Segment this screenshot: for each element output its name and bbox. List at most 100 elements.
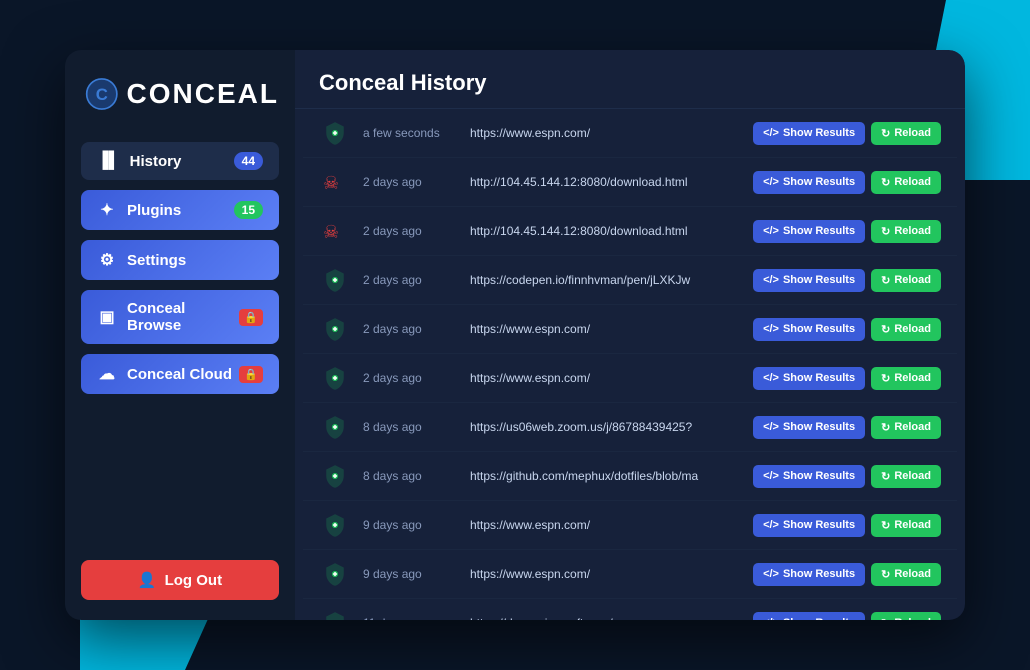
- show-results-button[interactable]: </> Show Results: [753, 171, 865, 194]
- show-results-label: Show Results: [783, 568, 855, 580]
- reload-label: Reload: [894, 274, 931, 286]
- show-results-button[interactable]: </> Show Results: [753, 122, 865, 145]
- reload-button[interactable]: ↻ Reload: [871, 416, 941, 439]
- shield-icon: [319, 117, 351, 149]
- reload-button[interactable]: ↻ Reload: [871, 367, 941, 390]
- code-icon: </>: [763, 176, 779, 188]
- show-results-button[interactable]: </> Show Results: [753, 612, 865, 621]
- svg-text:☠: ☠: [323, 222, 339, 242]
- show-results-button[interactable]: </> Show Results: [753, 563, 865, 586]
- logout-icon: 👤: [138, 571, 157, 589]
- reload-button[interactable]: ↻ Reload: [871, 514, 941, 537]
- reload-icon: ↻: [881, 372, 890, 385]
- code-icon: </>: [763, 372, 779, 384]
- row-actions: </> Show Results ↻ Reload: [753, 416, 941, 439]
- row-actions: </> Show Results ↻ Reload: [753, 563, 941, 586]
- logout-button[interactable]: 👤 Log Out: [81, 560, 279, 600]
- row-time: 2 days ago: [363, 371, 458, 385]
- show-results-button[interactable]: </> Show Results: [753, 318, 865, 341]
- row-url: https://www.espn.com/: [470, 322, 741, 336]
- settings-icon: ⚙: [97, 250, 117, 270]
- show-results-button[interactable]: </> Show Results: [753, 269, 865, 292]
- reload-button[interactable]: ↻ Reload: [871, 122, 941, 145]
- main-title: Conceal History: [319, 70, 487, 95]
- reload-button[interactable]: ↻ Reload: [871, 269, 941, 292]
- sidebar-item-cloud-label: Conceal Cloud: [127, 366, 232, 383]
- show-results-label: Show Results: [783, 519, 855, 531]
- reload-label: Reload: [894, 176, 931, 188]
- show-results-label: Show Results: [783, 421, 855, 433]
- row-url: https://www.espn.com/: [470, 518, 741, 532]
- nav-items: ▐▌ History 44 ✦ Plugins 15 ⚙ Settings: [81, 142, 279, 544]
- row-time: 8 days ago: [363, 469, 458, 483]
- row-actions: </> Show Results ↻ Reload: [753, 367, 941, 390]
- reload-label: Reload: [894, 470, 931, 482]
- row-url: https://github.com/mephux/dotfiles/blob/…: [470, 469, 741, 483]
- row-time: 2 days ago: [363, 322, 458, 336]
- sidebar-item-history[interactable]: ▐▌ History 44: [81, 142, 279, 180]
- app-title: CONCEAL: [127, 78, 279, 110]
- main-content: Conceal History a few seconds https://ww…: [295, 50, 965, 620]
- reload-button[interactable]: ↻ Reload: [871, 465, 941, 488]
- table-row: 8 days ago https://us06web.zoom.us/j/867…: [303, 403, 957, 452]
- show-results-button[interactable]: </> Show Results: [753, 416, 865, 439]
- shield-icon: [319, 362, 351, 394]
- show-results-label: Show Results: [783, 372, 855, 384]
- row-actions: </> Show Results ↻ Reload: [753, 612, 941, 621]
- history-icon: ▐▌: [97, 152, 120, 170]
- show-results-button[interactable]: </> Show Results: [753, 465, 865, 488]
- table-row: 9 days ago https://www.espn.com/ </> Sho…: [303, 501, 957, 550]
- row-time: 2 days ago: [363, 175, 458, 189]
- row-url: http://104.45.144.12:8080/download.html: [470, 175, 741, 189]
- table-row: 2 days ago https://www.espn.com/ </> Sho…: [303, 354, 957, 403]
- show-results-label: Show Results: [783, 617, 855, 620]
- table-row: ☠ 2 days ago http://104.45.144.12:8080/d…: [303, 207, 957, 256]
- cloud-icon: ☁: [97, 364, 117, 384]
- shield-icon: [319, 607, 351, 620]
- row-actions: </> Show Results ↻ Reload: [753, 220, 941, 243]
- table-row: 8 days ago https://github.com/mephux/dot…: [303, 452, 957, 501]
- row-time: a few seconds: [363, 126, 458, 140]
- show-results-button[interactable]: </> Show Results: [753, 514, 865, 537]
- reload-button[interactable]: ↻ Reload: [871, 220, 941, 243]
- reload-button[interactable]: ↻ Reload: [871, 171, 941, 194]
- reload-label: Reload: [894, 372, 931, 384]
- sidebar-item-plugins[interactable]: ✦ Plugins 15: [81, 190, 279, 230]
- reload-icon: ↻: [881, 176, 890, 189]
- sidebar-item-settings-label: Settings: [127, 252, 186, 269]
- shield-icon: [319, 460, 351, 492]
- reload-icon: ↻: [881, 519, 890, 532]
- logout-label: Log Out: [165, 572, 222, 589]
- show-results-label: Show Results: [783, 225, 855, 237]
- shield-icon: [319, 509, 351, 541]
- reload-button[interactable]: ↻ Reload: [871, 318, 941, 341]
- logo-icon: C: [85, 74, 119, 114]
- show-results-label: Show Results: [783, 127, 855, 139]
- row-url: https://us06web.zoom.us/j/86788439425?: [470, 420, 741, 434]
- reload-icon: ↻: [881, 568, 890, 581]
- code-icon: </>: [763, 274, 779, 286]
- reload-icon: ↻: [881, 274, 890, 287]
- show-results-button[interactable]: </> Show Results: [753, 220, 865, 243]
- sidebar-item-conceal-cloud[interactable]: ☁ Conceal Cloud 🔒: [81, 354, 279, 394]
- code-icon: </>: [763, 127, 779, 139]
- reload-button[interactable]: ↻ Reload: [871, 563, 941, 586]
- show-results-label: Show Results: [783, 470, 855, 482]
- code-icon: </>: [763, 421, 779, 433]
- row-actions: </> Show Results ↻ Reload: [753, 318, 941, 341]
- row-actions: </> Show Results ↻ Reload: [753, 122, 941, 145]
- sidebar-item-conceal-browse[interactable]: ▣ Conceal Browse 🔒: [81, 290, 279, 344]
- code-icon: </>: [763, 617, 779, 620]
- browse-lock-badge: 🔒: [239, 309, 263, 326]
- shield-icon: [319, 313, 351, 345]
- row-url: https://www.espn.com/: [470, 126, 741, 140]
- show-results-button[interactable]: </> Show Results: [753, 367, 865, 390]
- row-url: https://www.espn.com/: [470, 567, 741, 581]
- code-icon: </>: [763, 470, 779, 482]
- sidebar-item-settings[interactable]: ⚙ Settings: [81, 240, 279, 280]
- shield-icon: [319, 264, 351, 296]
- reload-label: Reload: [894, 568, 931, 580]
- reload-button[interactable]: ↻ Reload: [871, 612, 941, 621]
- table-row: 11 days ago https://docs.microsoft.com/e…: [303, 599, 957, 620]
- code-icon: </>: [763, 323, 779, 335]
